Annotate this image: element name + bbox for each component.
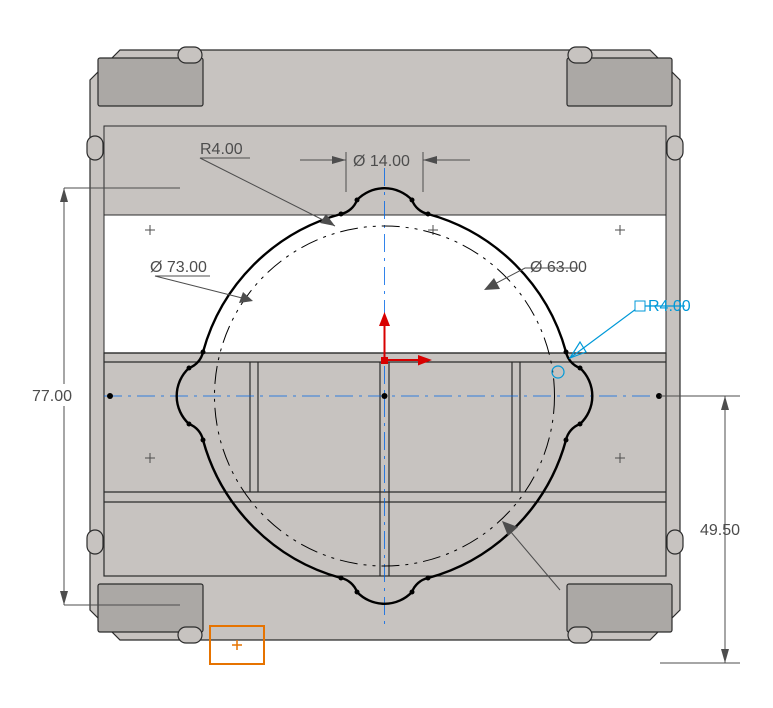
rib-floor xyxy=(104,353,666,576)
dim-text-half: 49.50 xyxy=(700,522,740,539)
dim-text-height: 77.00 xyxy=(32,388,72,405)
corner-boss-tl xyxy=(98,58,203,106)
selection-center-mark xyxy=(232,640,242,650)
dim-text-outer: Ø 73.00 xyxy=(150,259,207,276)
corner-boss-bl xyxy=(98,584,203,632)
dim-text-fillet-l: R4.00 xyxy=(200,141,243,158)
dim-text-fillet-sel: R4.00 xyxy=(648,298,691,315)
corner-boss-br xyxy=(567,584,672,632)
corner-boss-tr xyxy=(567,58,672,106)
cad-sketch-canvas[interactable]: 77.00 49.50 Ø 14.00 R4.00 xyxy=(0,0,773,708)
dim-text-lobe: Ø 14.00 xyxy=(353,153,410,170)
dimension-drag-handle[interactable] xyxy=(635,301,645,311)
dim-text-inner: Ø 63.00 xyxy=(530,259,587,276)
